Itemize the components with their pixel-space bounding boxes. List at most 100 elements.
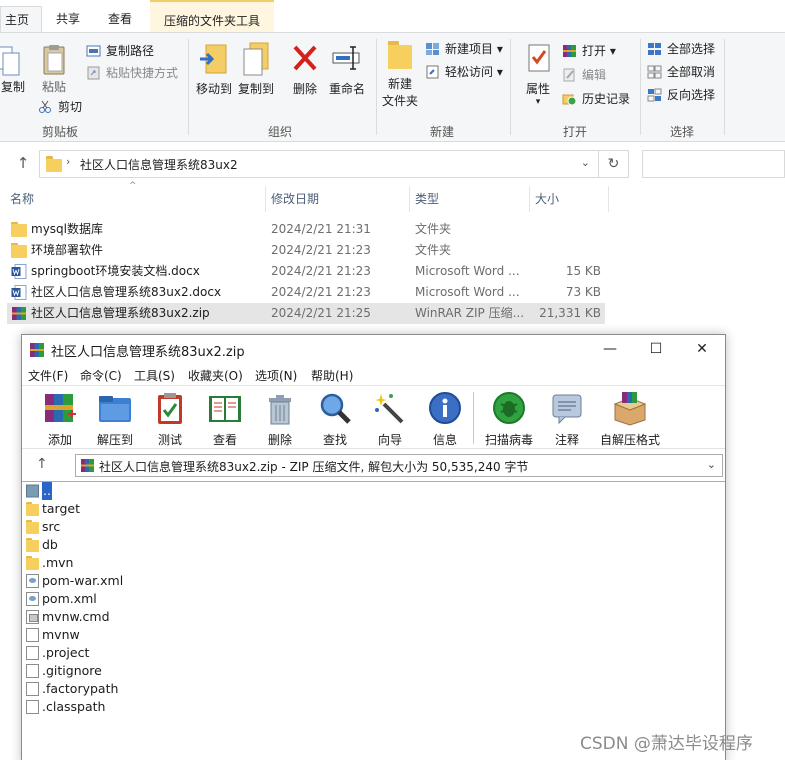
edit-button[interactable]: 编辑	[562, 65, 606, 85]
easy-access-button[interactable]: 轻松访问 ▾	[425, 62, 503, 82]
clipboard-icon	[43, 45, 65, 75]
folder-icon	[26, 538, 39, 552]
folder-icon	[26, 556, 39, 570]
cut-button[interactable]: 剪切	[38, 97, 82, 117]
menu-options[interactable]: 选项(N)	[255, 367, 297, 384]
ribbon-tabs: 主页 共享 查看 压缩的文件夹工具	[0, 0, 785, 32]
scan-virus-button[interactable]: 扫描病毒	[481, 390, 537, 448]
move-to-button[interactable]: 移动到	[194, 41, 234, 97]
column-header-size[interactable]: 大小	[535, 186, 559, 212]
test-button[interactable]: 测试	[142, 390, 198, 448]
copy-to-button[interactable]: 复制到	[236, 41, 276, 97]
file-date: 2024/2/21 21:31	[271, 222, 371, 236]
info-label: 信息	[432, 433, 457, 447]
winrar-title-bar[interactable]: 社区人口信息管理系统83ux2.zip — ☐ ✕	[22, 335, 725, 365]
sfx-button[interactable]: 自解压格式	[596, 390, 664, 448]
entry-name: ..	[42, 482, 52, 500]
file-date: 2024/2/21 21:23	[271, 285, 371, 299]
column-divider[interactable]	[265, 186, 266, 212]
menu-tools[interactable]: 工具(S)	[134, 367, 175, 384]
tab-home[interactable]: 主页	[0, 6, 42, 32]
new-item-button[interactable]: 新建项目 ▾	[425, 39, 503, 59]
history-button[interactable]: 历史记录	[562, 89, 630, 109]
file-name: 社区人口信息管理系统83ux2.zip	[31, 306, 210, 320]
comment-button[interactable]: 注释	[539, 390, 595, 448]
new-folder-label-line1: 新建	[387, 77, 412, 91]
close-button[interactable]: ✕	[679, 335, 725, 365]
comment-icon	[552, 394, 582, 425]
scan-virus-label: 扫描病毒	[484, 433, 533, 447]
column-divider[interactable]	[608, 186, 609, 212]
paste-button[interactable]: 粘贴	[38, 43, 70, 95]
invert-selection-button[interactable]: 反向选择	[647, 85, 715, 105]
up-arrow-icon[interactable]: ↑	[36, 456, 48, 472]
menu-help[interactable]: 帮助(H)	[311, 367, 353, 384]
file-row[interactable]: mysql数据库 2024/2/21 21:31 文件夹	[7, 219, 605, 240]
menu-bar: 文件(F) 命令(C) 工具(S) 收藏夹(O) 选项(N) 帮助(H)	[22, 365, 725, 385]
select-none-button[interactable]: 全部取消	[647, 62, 715, 82]
add-button[interactable]: 添加	[32, 390, 88, 448]
maximize-button[interactable]: ☐	[633, 335, 679, 365]
column-divider[interactable]	[409, 186, 410, 212]
copy-button[interactable]: 复制	[0, 43, 26, 95]
select-all-button[interactable]: 全部选择	[647, 39, 715, 59]
tab-share[interactable]: 共享	[46, 6, 90, 32]
clipboard-group-label: 剪贴板	[41, 125, 78, 139]
wizard-button[interactable]: 向导	[362, 390, 418, 448]
refresh-button[interactable]: ↻	[599, 150, 629, 178]
address-bar[interactable]: › 社区人口信息管理系统83ux2 ⌄	[39, 150, 599, 178]
paste-label: 粘贴	[41, 80, 66, 94]
info-icon	[429, 392, 461, 424]
word-icon	[11, 285, 27, 300]
menu-commands[interactable]: 命令(C)	[80, 367, 122, 384]
view-button[interactable]: 查看	[197, 390, 253, 448]
entry-name: pom.xml	[42, 591, 97, 606]
file-size: 73 KB	[565, 285, 601, 299]
delete-button[interactable]: 删除	[288, 41, 322, 97]
up-arrow-icon[interactable]: ↑	[14, 154, 32, 172]
navigation-bar: ↑ › 社区人口信息管理系统83ux2 ⌄ ↻	[0, 146, 785, 182]
search-input[interactable]	[642, 150, 785, 178]
column-divider[interactable]	[529, 186, 530, 212]
archive-path-dropdown[interactable]: 社区人口信息管理系统83ux2.zip - ZIP 压缩文件, 解包大小为 50…	[75, 454, 723, 477]
info-button[interactable]: 信息	[417, 390, 473, 448]
find-label: 查找	[322, 433, 347, 447]
rename-button[interactable]: 重命名	[326, 41, 368, 97]
tab-view[interactable]: 查看	[98, 6, 142, 32]
copy-to-label: 复制到	[237, 82, 274, 96]
file-name: 环境部署软件	[31, 243, 104, 257]
easy-access-icon	[426, 65, 439, 79]
find-button[interactable]: 查找	[307, 390, 363, 448]
column-header-type[interactable]: 类型	[415, 186, 439, 212]
delete-button[interactable]: 删除	[252, 390, 308, 448]
file-row-selected[interactable]: 社区人口信息管理系统83ux2.zip 2024/2/21 21:25 WinR…	[7, 303, 605, 324]
entry-name: .factorypath	[42, 681, 119, 696]
file-row[interactable]: 环境部署软件 2024/2/21 21:23 文件夹	[7, 240, 605, 261]
paste-shortcut-label: 粘贴快捷方式	[106, 66, 179, 80]
column-header-name[interactable]: 名称	[10, 186, 34, 212]
winrar-window: 社区人口信息管理系统83ux2.zip — ☐ ✕ 文件(F) 命令(C) 工具…	[21, 334, 726, 760]
minimize-icon: —	[603, 341, 617, 357]
minimize-button[interactable]: —	[587, 335, 633, 365]
open-group-label: 打开	[562, 125, 587, 139]
menu-file[interactable]: 文件(F)	[28, 367, 68, 384]
column-header-date[interactable]: 修改日期	[271, 186, 319, 212]
file-row[interactable]: springboot环境安装文档.docx 2024/2/21 21:23 Mi…	[7, 261, 605, 282]
xml-file-icon	[26, 574, 39, 588]
entry-name: src	[42, 519, 61, 534]
extract-to-button[interactable]: 解压到	[87, 390, 143, 448]
tab-compressed-folder-tools[interactable]: 压缩的文件夹工具	[150, 0, 274, 32]
csdn-watermark: CSDN @萧达毕设程序	[580, 734, 753, 754]
copy-path-button[interactable]: 复制路径	[86, 41, 154, 61]
open-button[interactable]: 打开 ▾	[562, 41, 616, 61]
window-title: 社区人口信息管理系统83ux2.zip	[51, 345, 245, 360]
paste-shortcut-button[interactable]: 粘贴快捷方式	[86, 63, 178, 83]
new-folder-button[interactable]: 新建 文件夹	[380, 41, 420, 109]
properties-button[interactable]: 属性 ▾	[518, 41, 558, 107]
dropdown-arrow-icon: ▾	[535, 97, 541, 107]
menu-favorites[interactable]: 收藏夹(O)	[188, 367, 243, 384]
file-row[interactable]: 社区人口信息管理系统83ux2.docx 2024/2/21 21:23 Mic…	[7, 282, 605, 303]
file-type: 文件夹	[415, 222, 452, 236]
chevron-down-icon[interactable]: ⌄	[581, 156, 590, 169]
archive-file-list[interactable]: .. target src db .mvn pom-war.xml pom.xm…	[22, 481, 725, 760]
